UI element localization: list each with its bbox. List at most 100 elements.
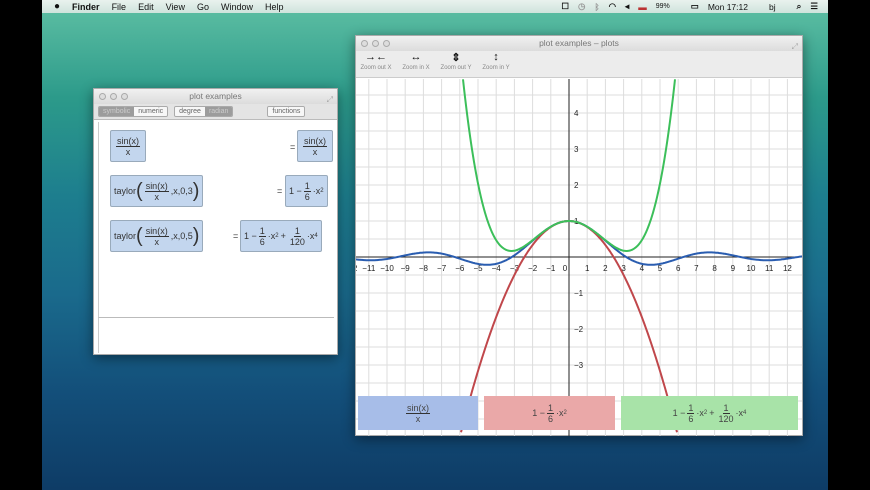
x-tick-label: −11 (362, 264, 376, 273)
tab-numeric[interactable]: numeric (134, 107, 168, 116)
plus: + (280, 231, 286, 241)
term: ·x (267, 231, 276, 241)
minimize-button[interactable] (110, 93, 117, 100)
label: Zoom in Y (482, 65, 510, 71)
label: Zoom in X (402, 65, 430, 71)
user-menu[interactable]: bj (769, 2, 776, 12)
battery-percent[interactable]: 99% (656, 3, 670, 10)
x-tick-label: 9 (731, 264, 736, 273)
title-bar[interactable]: plot examples ⤢ (94, 89, 337, 104)
legend-taylor3[interactable]: 1 −1 6 ·x 2 (484, 396, 615, 430)
input-expression-3[interactable]: taylor(sin(x) x ,x,0,5) (110, 220, 204, 252)
numerator: sin(x) (116, 135, 140, 147)
input-expression-1[interactable]: sin(x) x (110, 130, 146, 162)
plus: + (709, 408, 715, 418)
zoom-in-x-button[interactable]: ↔ Zoom in X (396, 51, 436, 77)
denominator: 120 (718, 413, 734, 424)
x-tick-label: 11 (765, 264, 774, 273)
apple-menu-icon[interactable]: ● (54, 1, 60, 12)
series-sinc (356, 220, 802, 266)
x-tick-label: −9 (401, 264, 411, 273)
term: ·x (306, 231, 315, 241)
exponent: 2 (275, 233, 279, 239)
volume-icon[interactable]: ◂ (625, 1, 629, 12)
legend-taylor5[interactable]: 1 −1 6 ·x 2 +1 120 ·x 4 (621, 396, 798, 430)
minimize-button[interactable] (372, 40, 379, 47)
input-expression-2[interactable]: taylor(sin(x) x ,x,0,3) (110, 175, 204, 207)
exponent: 2 (703, 410, 708, 416)
x-tick-label: 8 (712, 264, 717, 273)
legend-sinc[interactable]: sin(x) x (358, 396, 478, 430)
status-square-icon[interactable]: ☐ (561, 1, 569, 12)
toolbar: symbolic numeric degree radian functions (94, 104, 337, 120)
x-tick-label: −6 (455, 264, 465, 273)
title-bar[interactable]: plot examples – plots ⤢ (356, 36, 802, 51)
x-tick-label: −10 (380, 264, 394, 273)
y-tick-label: 4 (574, 109, 579, 118)
menu-file[interactable]: File (112, 2, 127, 12)
tab-radian[interactable]: radian (204, 107, 233, 116)
y-tick-label: 3 (574, 145, 579, 154)
wifi-icon[interactable]: ◠ (609, 1, 616, 12)
clock[interactable]: Mon 17:12 (708, 2, 748, 12)
window-title: plot examples – plots (539, 38, 619, 48)
close-button[interactable] (361, 40, 368, 47)
denominator: x (415, 413, 421, 424)
zoom-in-y-button[interactable]: ↕ Zoom in Y (476, 51, 516, 77)
numerator: 1 (258, 225, 266, 237)
result-expression-1[interactable]: sin(x) x (297, 130, 333, 162)
numerator: 1 (722, 402, 730, 414)
close-button[interactable] (99, 93, 106, 100)
denominator: x (154, 236, 159, 247)
zoom-button[interactable] (383, 40, 390, 47)
menu-help[interactable]: Help (265, 2, 284, 12)
fullscreen-icon[interactable]: ⤢ (792, 39, 798, 54)
menu-window[interactable]: Window (221, 2, 253, 12)
result-expression-3[interactable]: 1 −1 6 ·x 2 +1 120 ·x 4 (240, 220, 322, 252)
x-tick-label: 2 (603, 264, 608, 273)
worksheet[interactable]: sin(x) x = sin(x) x taylor(sin(x) x ,x,0,3) … (98, 122, 334, 317)
menu-bar: ● Finder File Edit View Go Window Help ☐… (42, 0, 828, 13)
tab-symbolic[interactable]: symbolic (99, 107, 135, 116)
denominator: 6 (304, 191, 310, 202)
label: Zoom out Y (440, 65, 472, 71)
numerator: sin(x) (303, 135, 327, 147)
fullscreen-icon[interactable]: ⤢ (327, 92, 333, 107)
battery-icon[interactable]: ▭ (691, 1, 699, 12)
x-tick-label: 5 (658, 264, 663, 273)
plot-canvas[interactable]: −12−11−10−9−8−7−6−5−4−3−2−10123456789101… (356, 79, 802, 436)
zoom-button[interactable] (121, 93, 128, 100)
zoom-out-y-button[interactable]: ⇕ Zoom out Y (436, 51, 476, 77)
time-machine-icon[interactable]: ◷ (578, 1, 585, 12)
menu-go[interactable]: Go (197, 2, 209, 12)
spotlight-icon[interactable]: ⌕ (797, 1, 802, 12)
x-tick-label: −7 (437, 264, 447, 273)
numerator: 1 (546, 402, 554, 414)
menu-finder[interactable]: Finder (72, 2, 100, 12)
result-expression-2[interactable]: 1 −1 6 ·x 2 (285, 175, 328, 207)
menu-edit[interactable]: Edit (138, 2, 154, 12)
x-tick-label: −12 (356, 264, 358, 273)
exponent: 2 (320, 188, 324, 194)
input-area[interactable] (98, 317, 334, 353)
fn-name: taylor (114, 186, 137, 196)
window-title: plot examples (189, 91, 242, 101)
x-tick-label: −2 (528, 264, 538, 273)
denominator: 120 (289, 236, 305, 247)
zoom-out-x-button[interactable]: →← Zoom out X (356, 51, 396, 77)
exponent: 4 (743, 410, 747, 416)
y-tick-label: −2 (574, 325, 584, 334)
notification-center-icon[interactable]: ☰ (810, 1, 818, 12)
y-tick-label: −3 (574, 361, 584, 370)
flag-icon[interactable]: ▬ (638, 2, 647, 12)
bluetooth-icon[interactable]: ᛒ (594, 2, 599, 12)
menu-view[interactable]: View (166, 2, 185, 12)
tab-degree[interactable]: degree (175, 107, 205, 116)
functions-button[interactable]: functions (268, 107, 305, 116)
x-tick-label: 6 (676, 264, 681, 273)
x-tick-label: −8 (419, 264, 429, 273)
numerator: 1 (687, 402, 695, 414)
x-tick-label: −1 (546, 264, 556, 273)
denominator: 6 (259, 236, 265, 247)
zoom-in-x-icon: ↔ (410, 51, 422, 63)
